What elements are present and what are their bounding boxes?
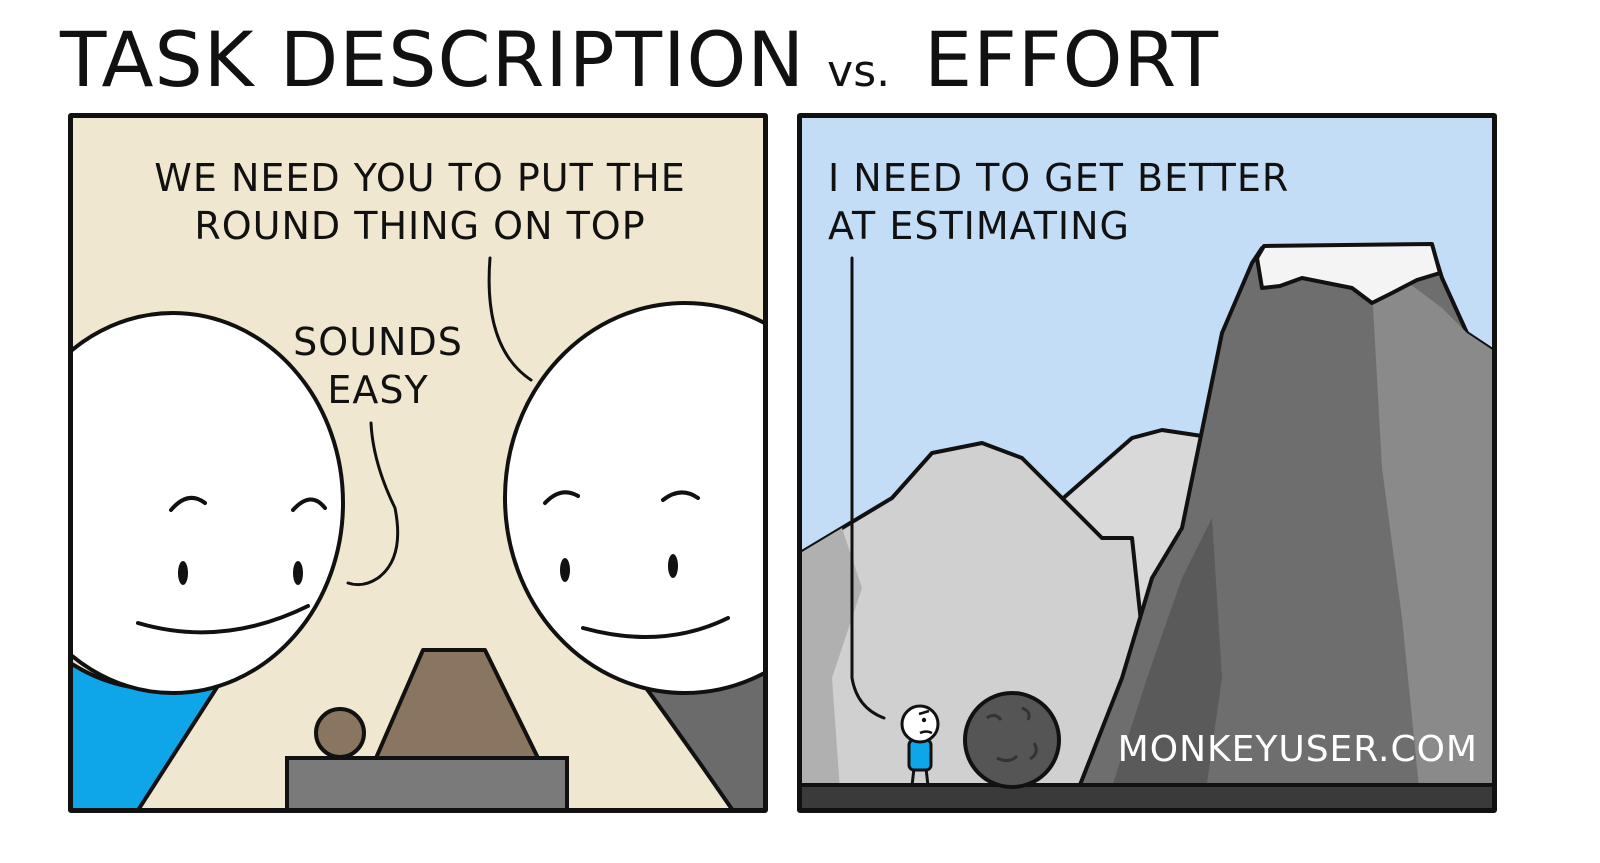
ground — [802, 783, 1492, 808]
developer-left-eye — [178, 561, 188, 585]
trapezoid-block — [374, 648, 540, 760]
title-effort: EFFORT — [924, 15, 1220, 104]
developer-speech-tail — [346, 421, 400, 587]
right-panel: I NEED TO GET BETTER AT ESTIMATING MONKE… — [797, 113, 1497, 813]
boss-speech-tail — [487, 256, 533, 382]
title-task-description: TASK DESCRIPTION — [60, 15, 806, 104]
table — [285, 756, 569, 808]
boulder — [963, 691, 1061, 789]
left-panel: WE NEED YOU TO PUT THE ROUND THING ON TO… — [68, 113, 768, 813]
boss-left-eye — [560, 558, 570, 582]
boss-head — [503, 301, 763, 695]
tiny-developer-shirt — [907, 738, 933, 772]
comic-title: TASK DESCRIPTION vs. EFFORT — [60, 12, 1219, 108]
boss-speech-text: WE NEED YOU TO PUT THE ROUND THING ON TO… — [154, 156, 686, 248]
title-vs: vs. — [827, 46, 891, 97]
boss-right-eye — [668, 554, 678, 578]
developer-right-eye — [293, 561, 303, 585]
tiny-developer-eye — [921, 717, 927, 723]
tiny-developer-head — [900, 704, 940, 744]
watermark-text: MONKEYUSER.COM — [1117, 729, 1478, 770]
developer-speech-text: SOUNDS EASY — [293, 320, 463, 412]
developer-speech-text: I NEED TO GET BETTER AT ESTIMATING — [828, 156, 1290, 248]
round-pebble — [314, 707, 366, 759]
